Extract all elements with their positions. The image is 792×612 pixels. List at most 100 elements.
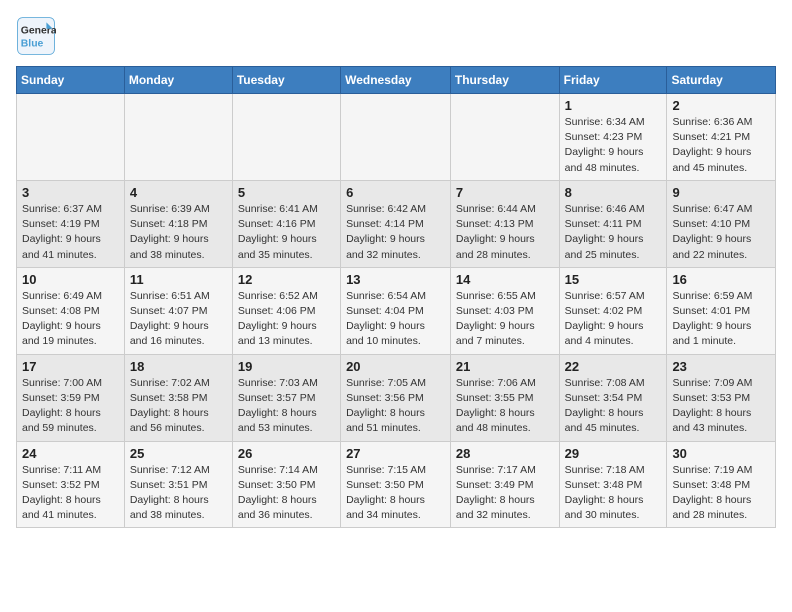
day-info: Sunrise: 7:08 AM Sunset: 3:54 PM Dayligh… [565, 376, 662, 437]
day-cell: 29Sunrise: 7:18 AM Sunset: 3:48 PM Dayli… [559, 441, 667, 528]
day-cell: 25 Sunrise: 7:12 AM Sunset: 3:51 PM Dayli… [124, 441, 232, 528]
calendar-body: 1 Sunrise: 6:34 AM Sunset: 4:23 PM Daylig… [17, 94, 776, 528]
day-info: Sunrise: 7:19 AM Sunset: 3:48 PM Dayligh… [672, 463, 770, 524]
logo-icon: General Blue [16, 16, 56, 56]
day-cell: 1 Sunrise: 6:34 AM Sunset: 4:23 PM Daylig… [559, 94, 667, 181]
day-number: 1 [565, 98, 662, 113]
day-cell: 23 Sunrise: 7:09 AM Sunset: 3:53 PM Dayli… [667, 354, 776, 441]
week-row-3: 10 Sunrise: 6:49 AM Sunset: 4:08 PM Dayli… [17, 267, 776, 354]
day-number: 25 [130, 446, 227, 461]
weekday-row: SundayMondayTuesdayWednesdayThursdayFrid… [17, 67, 776, 94]
day-info: Sunrise: 6:46 AM Sunset: 4:11 PM Dayligh… [565, 202, 662, 263]
day-cell: 21Sunrise: 7:06 AM Sunset: 3:55 PM Dayli… [450, 354, 559, 441]
day-info: Sunrise: 6:39 AM Sunset: 4:18 PM Dayligh… [130, 202, 227, 263]
day-cell: 17 Sunrise: 7:00 AM Sunset: 3:59 PM Dayli… [17, 354, 125, 441]
day-cell: 15Sunrise: 6:57 AM Sunset: 4:02 PM Dayli… [559, 267, 667, 354]
day-cell [17, 94, 125, 181]
week-row-1: 1 Sunrise: 6:34 AM Sunset: 4:23 PM Daylig… [17, 94, 776, 181]
day-number: 3 [22, 185, 119, 200]
day-info: Sunrise: 6:34 AM Sunset: 4:23 PM Dayligh… [565, 115, 662, 176]
day-cell: 6 Sunrise: 6:42 AM Sunset: 4:14 PM Daylig… [341, 180, 451, 267]
day-info: Sunrise: 6:52 AM Sunset: 4:06 PM Dayligh… [238, 289, 335, 350]
day-cell: 9 Sunrise: 6:47 AM Sunset: 4:10 PM Daylig… [667, 180, 776, 267]
day-info: Sunrise: 6:47 AM Sunset: 4:10 PM Dayligh… [672, 202, 770, 263]
day-cell: 22 Sunrise: 7:08 AM Sunset: 3:54 PM Dayli… [559, 354, 667, 441]
day-info: Sunrise: 6:41 AM Sunset: 4:16 PM Dayligh… [238, 202, 335, 263]
day-number: 10 [22, 272, 119, 287]
day-info: Sunrise: 6:51 AM Sunset: 4:07 PM Dayligh… [130, 289, 227, 350]
day-info: Sunrise: 7:00 AM Sunset: 3:59 PM Dayligh… [22, 376, 119, 437]
weekday-header-monday: Monday [124, 67, 232, 94]
day-number: 9 [672, 185, 770, 200]
day-info: Sunrise: 6:54 AM Sunset: 4:04 PM Dayligh… [346, 289, 445, 350]
day-number: 2 [672, 98, 770, 113]
day-info: Sunrise: 7:06 AM Sunset: 3:55 PM Dayligh… [456, 376, 554, 437]
weekday-header-thursday: Thursday [450, 67, 559, 94]
day-info: Sunrise: 7:05 AM Sunset: 3:56 PM Dayligh… [346, 376, 445, 437]
page-header: General Blue [16, 16, 776, 56]
day-info: Sunrise: 6:55 AM Sunset: 4:03 PM Dayligh… [456, 289, 554, 350]
day-number: 5 [238, 185, 335, 200]
day-number: 20 [346, 359, 445, 374]
day-cell: 18Sunrise: 7:02 AM Sunset: 3:58 PM Dayli… [124, 354, 232, 441]
day-number: 30 [672, 446, 770, 461]
day-cell: 4 Sunrise: 6:39 AM Sunset: 4:18 PM Daylig… [124, 180, 232, 267]
day-info: Sunrise: 6:42 AM Sunset: 4:14 PM Dayligh… [346, 202, 445, 263]
day-info: Sunrise: 7:17 AM Sunset: 3:49 PM Dayligh… [456, 463, 554, 524]
day-cell [232, 94, 340, 181]
week-row-5: 24 Sunrise: 7:11 AM Sunset: 3:52 PM Dayli… [17, 441, 776, 528]
day-number: 26 [238, 446, 335, 461]
weekday-header-saturday: Saturday [667, 67, 776, 94]
day-number: 23 [672, 359, 770, 374]
day-info: Sunrise: 7:18 AM Sunset: 3:48 PM Dayligh… [565, 463, 662, 524]
day-number: 12 [238, 272, 335, 287]
day-cell: 11 Sunrise: 6:51 AM Sunset: 4:07 PM Dayli… [124, 267, 232, 354]
day-info: Sunrise: 6:59 AM Sunset: 4:01 PM Dayligh… [672, 289, 770, 350]
day-cell: 16 Sunrise: 6:59 AM Sunset: 4:01 PM Dayli… [667, 267, 776, 354]
day-cell [341, 94, 451, 181]
weekday-header-tuesday: Tuesday [232, 67, 340, 94]
day-cell: 8Sunrise: 6:46 AM Sunset: 4:11 PM Daylig… [559, 180, 667, 267]
day-info: Sunrise: 6:37 AM Sunset: 4:19 PM Dayligh… [22, 202, 119, 263]
day-cell: 14 Sunrise: 6:55 AM Sunset: 4:03 PM Dayli… [450, 267, 559, 354]
day-cell: 12 Sunrise: 6:52 AM Sunset: 4:06 PM Dayli… [232, 267, 340, 354]
day-cell [124, 94, 232, 181]
day-cell: 19Sunrise: 7:03 AM Sunset: 3:57 PM Dayli… [232, 354, 340, 441]
weekday-header-friday: Friday [559, 67, 667, 94]
day-cell: 3 Sunrise: 6:37 AM Sunset: 4:19 PM Daylig… [17, 180, 125, 267]
day-info: Sunrise: 7:02 AM Sunset: 3:58 PM Dayligh… [130, 376, 227, 437]
day-number: 27 [346, 446, 445, 461]
weekday-header-wednesday: Wednesday [341, 67, 451, 94]
day-number: 4 [130, 185, 227, 200]
day-cell: 13 Sunrise: 6:54 AM Sunset: 4:04 PM Dayli… [341, 267, 451, 354]
day-number: 13 [346, 272, 445, 287]
day-info: Sunrise: 6:36 AM Sunset: 4:21 PM Dayligh… [672, 115, 770, 176]
day-number: 15 [565, 272, 662, 287]
day-info: Sunrise: 7:14 AM Sunset: 3:50 PM Dayligh… [238, 463, 335, 524]
day-cell: 10 Sunrise: 6:49 AM Sunset: 4:08 PM Dayli… [17, 267, 125, 354]
day-number: 11 [130, 272, 227, 287]
day-cell: 26 Sunrise: 7:14 AM Sunset: 3:50 PM Dayli… [232, 441, 340, 528]
day-cell: 24 Sunrise: 7:11 AM Sunset: 3:52 PM Dayli… [17, 441, 125, 528]
weekday-header-sunday: Sunday [17, 67, 125, 94]
day-info: Sunrise: 7:15 AM Sunset: 3:50 PM Dayligh… [346, 463, 445, 524]
day-number: 24 [22, 446, 119, 461]
day-info: Sunrise: 6:49 AM Sunset: 4:08 PM Dayligh… [22, 289, 119, 350]
week-row-2: 3 Sunrise: 6:37 AM Sunset: 4:19 PM Daylig… [17, 180, 776, 267]
day-cell: 27 Sunrise: 7:15 AM Sunset: 3:50 PM Dayli… [341, 441, 451, 528]
svg-text:Blue: Blue [21, 38, 44, 49]
day-cell: 30 Sunrise: 7:19 AM Sunset: 3:48 PM Dayli… [667, 441, 776, 528]
day-info: Sunrise: 7:09 AM Sunset: 3:53 PM Dayligh… [672, 376, 770, 437]
week-row-4: 17 Sunrise: 7:00 AM Sunset: 3:59 PM Dayli… [17, 354, 776, 441]
calendar-table: SundayMondayTuesdayWednesdayThursdayFrid… [16, 66, 776, 528]
day-number: 17 [22, 359, 119, 374]
day-number: 14 [456, 272, 554, 287]
day-cell [450, 94, 559, 181]
day-number: 16 [672, 272, 770, 287]
day-number: 28 [456, 446, 554, 461]
day-info: Sunrise: 7:11 AM Sunset: 3:52 PM Dayligh… [22, 463, 119, 524]
logo: General Blue [16, 16, 62, 56]
day-number: 22 [565, 359, 662, 374]
day-info: Sunrise: 7:12 AM Sunset: 3:51 PM Dayligh… [130, 463, 227, 524]
day-number: 6 [346, 185, 445, 200]
